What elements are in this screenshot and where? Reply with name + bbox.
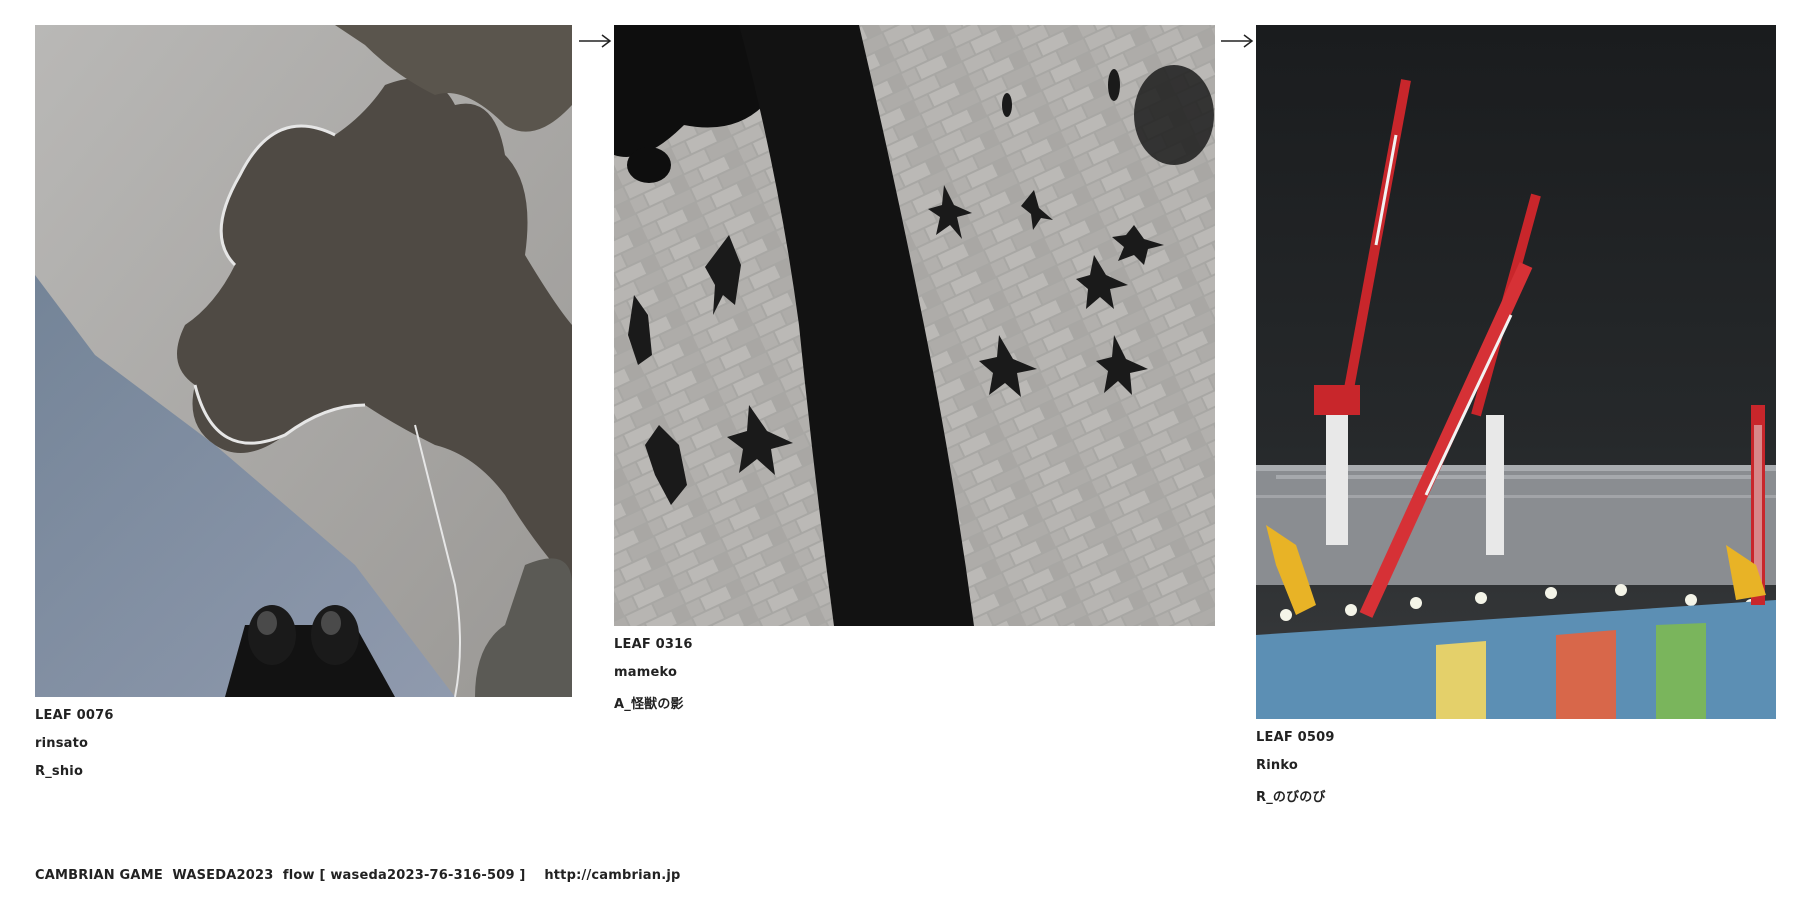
leaf-photo [1256, 25, 1776, 719]
leaf-author: mameko [614, 665, 678, 680]
leaf-photo [35, 25, 572, 697]
leaf-title: A_怪獣の影 [614, 697, 684, 712]
leaf-author: rinsato [35, 736, 89, 751]
leaf-id: LEAF 0509 [1256, 730, 1335, 745]
leaf-card-0076: LEAF 0076 rinsato R_shio [35, 25, 572, 779]
leaf-card-0509: LEAF 0509 Rinko R_のびのび [1256, 25, 1776, 805]
right-arrow-icon [1220, 33, 1254, 49]
leaf-photo-link[interactable] [35, 25, 572, 697]
footer-game-label: CAMBRIAN GAME WASEDA2023 flow [ waseda20… [35, 868, 526, 883]
footer: CAMBRIAN GAME WASEDA2023 flow [ waseda20… [35, 868, 681, 883]
cambrian-link[interactable]: http://cambrian.jp [544, 868, 680, 883]
leaf-id: LEAF 0076 [35, 708, 114, 723]
leaf-title: R_shio [35, 764, 84, 779]
leaf-photo-link[interactable] [614, 25, 1215, 626]
leaf-title: R_のびのび [1256, 790, 1326, 805]
leaf-photo-link[interactable] [1256, 25, 1776, 719]
leaf-author: Rinko [1256, 758, 1298, 773]
leaf-photo [614, 25, 1215, 626]
right-arrow-icon [578, 33, 612, 49]
leaf-card-0316: LEAF 0316 mameko A_怪獣の影 [614, 25, 1215, 712]
leaf-id: LEAF 0316 [614, 637, 693, 652]
